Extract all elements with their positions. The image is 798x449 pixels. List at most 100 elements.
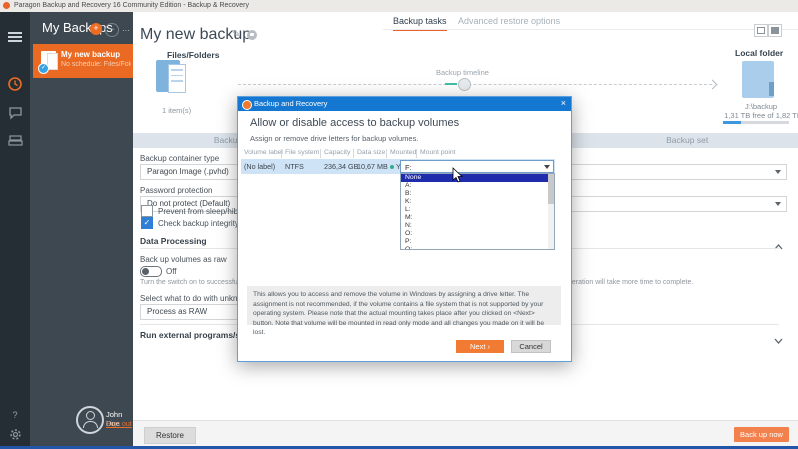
sidebar-title: My Backups (42, 20, 113, 35)
destination-label: Local folder (735, 48, 783, 58)
dropdown-option[interactable]: K: (401, 198, 554, 206)
col-data-size: Data size (357, 149, 385, 156)
close-icon[interactable]: × (561, 98, 566, 108)
view-compact-icon[interactable] (754, 24, 768, 37)
dropdown-option[interactable]: P: (401, 238, 554, 246)
backups-sidebar: My Backups + − ... ✓ My new backup No sc… (30, 12, 133, 446)
app-logo-icon (3, 2, 10, 9)
chat-bubble-icon[interactable] (0, 106, 30, 125)
timeline-progress-segment (445, 83, 457, 85)
mounted-status-dot (390, 165, 394, 169)
col-volume-label: Volume label (244, 149, 283, 156)
timeline-node[interactable] (458, 78, 471, 91)
dropdown-option[interactable]: M: (401, 214, 554, 222)
check-integrity-checkbox[interactable]: ✓ (141, 217, 153, 229)
chevron-down-icon (775, 202, 781, 206)
mouse-cursor (452, 167, 463, 188)
timeline-arrow-icon (708, 80, 718, 90)
collapse-chevron-icon[interactable] (774, 237, 782, 245)
dialog-app-icon (242, 100, 252, 110)
destination-folder-tab (769, 82, 774, 96)
sign-out-link[interactable]: Sign out (106, 421, 132, 428)
hamburger-menu-icon[interactable] (0, 30, 30, 44)
remove-backup-button[interactable]: − (105, 23, 119, 37)
more-options-button[interactable]: ... (120, 23, 132, 35)
chevron-down-icon (544, 165, 550, 169)
col-capacity: Capacity (324, 149, 350, 156)
col-mounted: Mounted (390, 149, 416, 156)
column-separator (386, 149, 387, 158)
raw-hint-right: peration will take more time to complete… (568, 279, 693, 286)
tab-backup-set[interactable]: Backup set (576, 133, 798, 148)
scrollbar-thumb[interactable] (548, 174, 554, 204)
backup-list-item[interactable]: ✓ My new backup No schedule: Files/Folde… (33, 44, 133, 78)
tab-advanced-restore-options[interactable]: Advanced restore options (458, 16, 560, 26)
column-separator (416, 149, 417, 158)
restore-button[interactable]: Restore (144, 427, 196, 444)
backup-now-button[interactable]: Back up now (734, 427, 789, 442)
mount-point-combobox[interactable]: F: (400, 160, 554, 173)
footer-bar: Restore Back up now (133, 420, 798, 447)
data-processing-header: Data Processing (140, 236, 207, 246)
source-document-icon (168, 64, 186, 93)
dropdown-option[interactable]: O: (401, 230, 554, 238)
dropdown-option[interactable]: Q: (401, 246, 554, 250)
source-item-count: 1 item(s) (162, 106, 191, 115)
check-badge-icon: ✓ (38, 63, 49, 74)
cell-capacity: 236,34 GB (324, 162, 358, 171)
window-titlebar: Paragon Backup and Recovery 16 Community… (0, 0, 798, 12)
raw-volumes-label: Back up volumes as raw (140, 255, 227, 264)
timeline-label: Backup timeline (436, 68, 489, 77)
destination-path: J:\backup (731, 102, 791, 111)
destination-capacity: 1,31 TB free of 1,82 TB (718, 111, 798, 120)
backup-item-subtitle: No schedule: Files/Folders ... (61, 61, 131, 68)
dropdown-option[interactable]: B: (401, 190, 554, 198)
timeline-dashed-line (238, 84, 712, 85)
expand-chevron-icon[interactable] (774, 331, 782, 339)
nav-divider (383, 29, 798, 30)
add-backup-button[interactable]: + (90, 23, 102, 35)
toggle-knob (142, 268, 149, 275)
dropdown-scrollbar[interactable] (548, 174, 554, 249)
dropdown-option[interactable]: L: (401, 206, 554, 214)
edit-pencil-icon[interactable]: ✎ (232, 29, 240, 40)
destination-usage-bar (723, 121, 789, 124)
column-separator (320, 149, 321, 158)
raw-toggle[interactable] (140, 266, 162, 277)
backup-folder-icon: ✓ (41, 51, 56, 69)
cell-data-size: 10,67 MB (357, 162, 388, 171)
dialog-heading: Allow or disable access to backup volume… (250, 117, 459, 129)
cell-file-system: NTFS (285, 162, 304, 171)
cancel-button[interactable]: Cancel (511, 340, 551, 353)
mount-point-value: F: (405, 163, 412, 172)
source-label: Files/Folders (167, 50, 219, 60)
password-protection-label: Password protection (140, 186, 212, 195)
next-button[interactable]: Next › (456, 340, 504, 353)
cell-volume-label: (No label) (244, 162, 275, 171)
col-file-system: File system (285, 149, 319, 156)
backup-item-title: My new backup (61, 50, 120, 59)
dropdown-option[interactable]: A: (401, 182, 554, 190)
view-detailed-icon[interactable] (768, 24, 782, 37)
window-title: Paragon Backup and Recovery 16 Community… (14, 0, 249, 12)
destination-usage-fill (723, 121, 741, 124)
drive-device-icon[interactable] (0, 134, 30, 152)
user-avatar (76, 406, 104, 434)
backup-jobs-clock-icon[interactable] (0, 76, 30, 97)
chevron-down-icon (775, 170, 781, 174)
left-rail: ? (0, 12, 30, 446)
app-window: Paragon Backup and Recovery 16 Community… (0, 0, 798, 449)
dialog-subheading: Assign or remove drive letters for backu… (250, 134, 418, 143)
toggle-state-label: Off (166, 267, 177, 276)
container-type-label: Backup container type (140, 154, 219, 163)
settings-gear-icon[interactable] (0, 428, 30, 446)
mount-volumes-dialog: Backup and Recovery × Allow or disable a… (237, 96, 572, 362)
help-icon[interactable]: ? (0, 410, 30, 420)
comment-icon[interactable] (247, 30, 257, 40)
column-separator (281, 149, 282, 158)
dialog-titlebar[interactable]: Backup and Recovery × (238, 97, 571, 111)
dropdown-option[interactable]: None (401, 174, 554, 182)
column-separator (353, 149, 354, 158)
prevent-sleep-checkbox[interactable] (141, 205, 153, 217)
dropdown-option[interactable]: N: (401, 222, 554, 230)
